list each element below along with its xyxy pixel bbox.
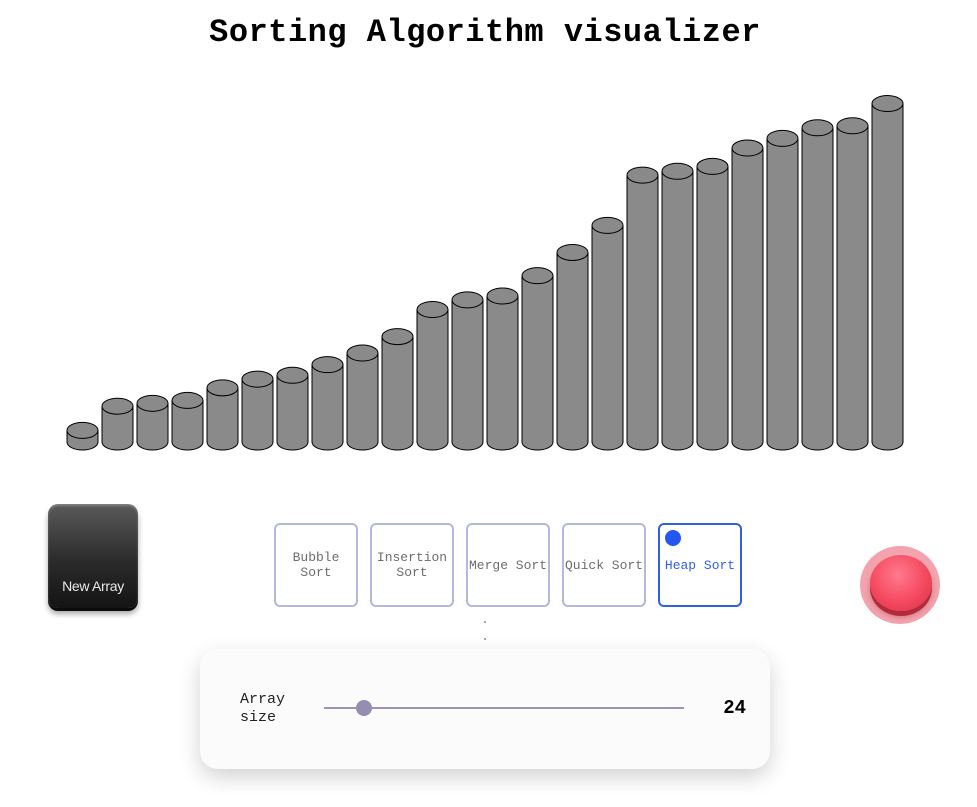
bubble-sort-button[interactable]: Bubble Sort (274, 523, 358, 607)
slider-thumb[interactable] (355, 700, 372, 716)
array-bar (416, 301, 449, 451)
array-bar (381, 328, 414, 451)
array-bar (661, 162, 694, 451)
divider-dot (484, 621, 486, 623)
array-size-slider[interactable] (324, 699, 684, 717)
array-bar (696, 157, 729, 451)
array-bar (836, 117, 869, 451)
array-size-label: Array size (240, 691, 286, 726)
array-bar (731, 139, 764, 451)
divider-dot (484, 638, 486, 640)
start-sort-button[interactable] (860, 546, 940, 624)
array-bar (311, 356, 344, 451)
array-bar (276, 366, 309, 451)
array-bar (801, 119, 834, 451)
merge-sort-label: Merge Sort (468, 557, 547, 573)
heap-sort-label: Heap Sort (664, 557, 736, 573)
array-bar (626, 166, 659, 451)
array-bar (591, 216, 624, 451)
quick-sort-label: Quick Sort (564, 557, 643, 573)
selected-indicator-icon (665, 530, 681, 546)
array-bar (451, 291, 484, 451)
array-bar (241, 370, 274, 451)
array-bar (171, 391, 204, 451)
slider-track (324, 707, 684, 709)
new-array-label: New Array (62, 578, 124, 594)
quick-sort-button[interactable]: Quick Sort (562, 523, 646, 607)
array-bars-chart (66, 95, 904, 451)
array-bar (346, 344, 379, 451)
array-bar (871, 95, 904, 451)
array-bar (486, 287, 519, 451)
bubble-sort-label: Bubble Sort (292, 550, 340, 580)
array-bar (766, 129, 799, 451)
array-bar (136, 394, 169, 451)
heap-sort-button[interactable]: Heap Sort (658, 523, 742, 607)
array-bar (101, 397, 134, 451)
array-bar (206, 379, 239, 451)
array-bar (66, 421, 99, 451)
merge-sort-button[interactable]: Merge Sort (466, 523, 550, 607)
new-array-button[interactable]: New Array (48, 504, 138, 608)
insertion-sort-label: Insertion Sort (376, 550, 448, 580)
array-size-value: 24 (723, 697, 746, 719)
page-title: Sorting Algorithm visualizer (209, 14, 761, 51)
array-size-panel: Array size 24 (200, 649, 770, 769)
insertion-sort-button[interactable]: Insertion Sort (370, 523, 454, 607)
red-button-icon (870, 555, 932, 611)
array-bar (521, 267, 554, 451)
array-bar (556, 243, 589, 451)
